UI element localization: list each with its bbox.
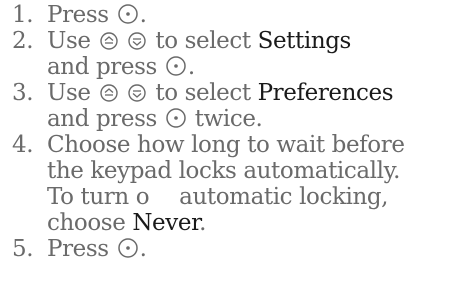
step-text: to select — [155, 80, 251, 106]
instruction-page: 1. Press . 2. Use to select Settings and… — [0, 0, 462, 297]
step-line: Press . — [47, 236, 457, 262]
step-text: and press — [47, 54, 157, 80]
select-key-icon — [117, 3, 139, 25]
scroll-up-icon — [99, 83, 119, 103]
step-line: choose Never. — [47, 210, 457, 236]
step-3: 3. Use to select Preferences and press t… — [12, 80, 457, 132]
step-text: to select — [155, 28, 251, 54]
step-number: 4. — [12, 132, 34, 158]
step-line: Use to select Preferences — [47, 80, 457, 106]
step-1: 1. Press . — [12, 2, 457, 28]
step-line: Use to select Settings — [47, 28, 457, 54]
step-text: choose — [47, 210, 126, 236]
step-text: . — [139, 2, 147, 28]
scroll-up-icon — [99, 31, 119, 51]
step-text: . — [139, 236, 147, 262]
step-text: automatic locking, — [179, 184, 389, 210]
step-text: . — [187, 54, 195, 80]
select-key-icon — [165, 107, 187, 129]
step-number: 2. — [12, 28, 34, 54]
menu-keyword: Preferences — [257, 80, 394, 106]
scroll-down-icon — [127, 83, 147, 103]
step-line: and press . — [47, 54, 457, 80]
select-key-icon — [117, 237, 139, 259]
step-text: . — [199, 210, 207, 236]
step-text: Press — [47, 236, 109, 262]
step-number: 1. — [12, 2, 34, 28]
step-text: and press — [47, 106, 157, 132]
step-text: twice. — [194, 106, 263, 132]
step-line: and press twice. — [47, 106, 457, 132]
step-text: To turn o — [47, 184, 150, 210]
step-line: Press . — [47, 2, 457, 28]
step-text: Use — [47, 28, 91, 54]
step-number: 3. — [12, 80, 34, 106]
menu-keyword: Never — [132, 210, 200, 236]
step-text: Use — [47, 80, 91, 106]
step-line: Choose how long to wait before — [47, 132, 405, 158]
menu-keyword: Settings — [257, 28, 352, 54]
select-key-icon — [165, 55, 187, 77]
step-4: 4. Choose how long to wait before the ke… — [12, 132, 457, 236]
step-line: To turn o automatic locking, — [47, 184, 457, 210]
step-line: the keypad locks automatically. — [47, 158, 401, 184]
step-2: 2. Use to select Settings and press . — [12, 28, 457, 80]
step-number: 5. — [12, 236, 34, 262]
step-text: Press — [47, 2, 109, 28]
scroll-down-icon — [127, 31, 147, 51]
steps-list: 1. Press . 2. Use to select Settings and… — [12, 2, 457, 262]
step-5: 5. Press . — [12, 236, 457, 262]
